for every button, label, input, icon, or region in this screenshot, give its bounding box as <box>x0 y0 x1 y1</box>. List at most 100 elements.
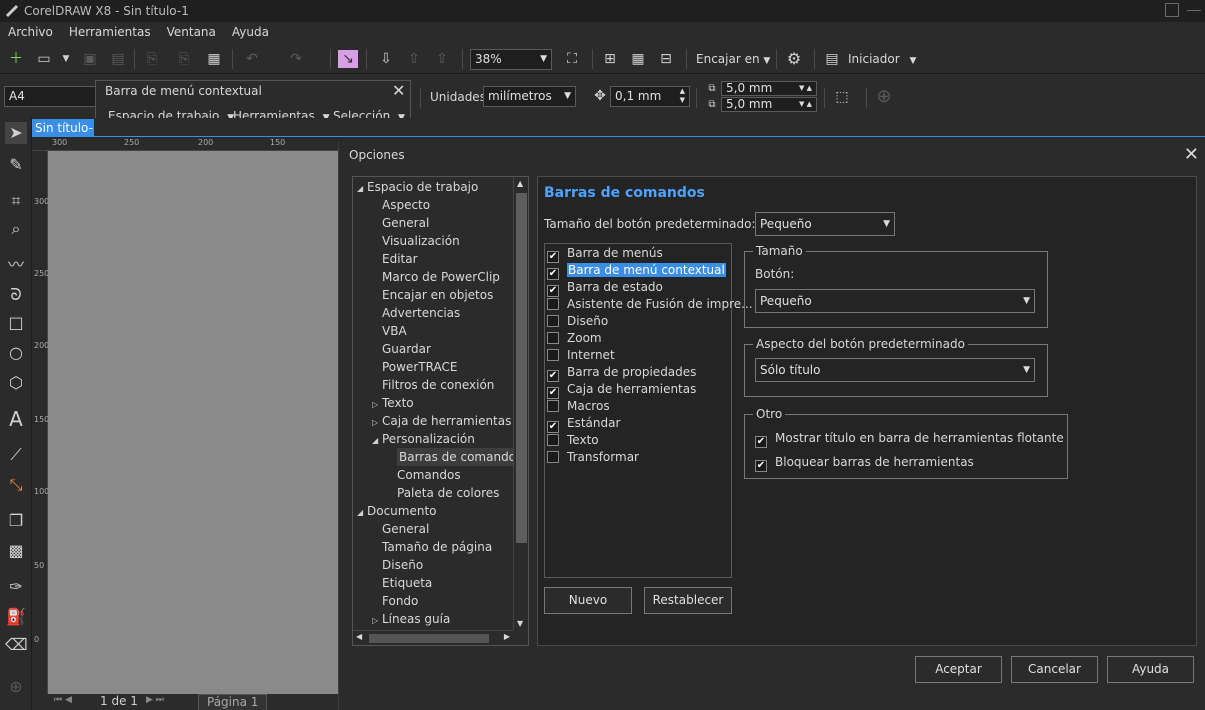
launcher-menu[interactable]: Iniciador ▼ <box>848 51 916 69</box>
minimize-icon[interactable] <box>1187 10 1201 11</box>
tree-item[interactable]: Visualización <box>382 232 460 250</box>
tree-item[interactable]: Aspecto <box>382 196 430 214</box>
cancel-button[interactable]: Cancelar <box>1011 656 1098 683</box>
collapsed-triangle-icon[interactable]: ▷ <box>372 612 382 630</box>
commandbar-item[interactable]: Internet <box>547 347 615 364</box>
checkbox-icon[interactable] <box>547 332 559 344</box>
ellipse-tool-icon[interactable]: ○ <box>5 342 27 364</box>
commandbar-item[interactable]: Texto <box>547 432 599 449</box>
shape-tool-icon[interactable]: ✎ <box>5 154 27 176</box>
paste-icon[interactable]: ▦ <box>204 50 224 68</box>
zoom-level-select[interactable]: 38% ▼ <box>470 49 552 70</box>
first-page-icon[interactable]: ⏮ ◀ <box>54 695 72 705</box>
tree-item[interactable]: Marco de PowerClip <box>382 268 500 286</box>
import-icon[interactable]: ⇩ <box>376 50 396 68</box>
tree-item[interactable]: General <box>382 214 429 232</box>
commandbar-item[interactable]: Macros <box>547 398 610 415</box>
tree-item[interactable]: Advertencias <box>382 304 460 322</box>
checkbox-icon[interactable]: ✔ <box>755 460 767 472</box>
page-size-select[interactable]: A4 <box>4 86 96 107</box>
tree-item[interactable]: Guardar <box>382 340 431 358</box>
scroll-up-icon[interactable]: ▲ <box>517 179 523 188</box>
commandbar-item[interactable]: Zoom <box>547 330 602 347</box>
eyedropper-tool-icon[interactable]: ✑ <box>5 576 27 598</box>
guidelines-icon[interactable]: ⊟ <box>656 50 676 68</box>
checkbox-icon[interactable] <box>547 298 559 310</box>
tree-item[interactable]: ▷ Líneas guía <box>372 610 450 628</box>
expanded-triangle-icon[interactable]: ◢ <box>357 180 367 198</box>
units-select[interactable]: milímetros ▼ <box>483 86 576 107</box>
open-dropdown-icon[interactable]: ▼ <box>56 50 76 68</box>
nudge-distance-field[interactable]: 0,1 mm ▲ ▼ <box>610 86 690 107</box>
tree-item[interactable]: PowerTRACE <box>382 358 457 376</box>
commandbar-item[interactable]: ✔ Estándar <box>547 415 620 433</box>
artistic-media-icon[interactable]: ᘐ <box>5 284 27 306</box>
tree-item[interactable]: General <box>382 520 429 538</box>
commandbar-item[interactable]: Asistente de Fusión de impre... <box>547 296 753 313</box>
duplicate-x-field[interactable]: 5,0 mm ▼ ▲ <box>721 81 817 96</box>
transparency-tool-icon[interactable]: ▩ <box>5 540 27 562</box>
checkbox-icon[interactable] <box>547 400 559 412</box>
commandbar-item[interactable]: ✔ Barra de menús <box>547 245 663 263</box>
tab-page-1[interactable]: Página 1 <box>198 694 268 710</box>
zoom-tool-icon[interactable]: ⌕ <box>5 218 27 240</box>
drawing-canvas[interactable] <box>48 151 344 695</box>
new-document-icon[interactable]: ＋ <box>6 50 26 68</box>
tree-item[interactable]: Diseño <box>382 556 423 574</box>
tree-hscrollbar[interactable]: ◀ ▶ <box>353 630 513 645</box>
scroll-left-icon[interactable]: ◀ <box>356 632 362 641</box>
scroll-thumb[interactable] <box>516 193 527 543</box>
options-gear-icon[interactable]: ⚙ <box>784 50 804 68</box>
appearance-select[interactable]: Sólo título ▼ <box>755 358 1035 382</box>
duplicate-y-field[interactable]: 5,0 mm ▼ ▲ <box>721 97 817 112</box>
new-button[interactable]: Nuevo <box>544 587 632 614</box>
commandbar-item[interactable]: ✔ Barra de estado <box>547 279 663 297</box>
search-content-icon[interactable]: ↘ <box>338 50 358 68</box>
open-folder-icon[interactable]: ▭ <box>34 50 54 68</box>
tree-item[interactable]: Etiqueta <box>382 574 432 592</box>
rectangle-tool-icon[interactable]: □ <box>5 312 27 334</box>
close-icon[interactable]: ✕ <box>392 81 405 100</box>
options-tree[interactable]: ◢ Espacio de trabajo Aspecto General Visuali… <box>352 176 529 646</box>
fill-tool-icon[interactable]: ⛽ <box>5 606 27 628</box>
crop-tool-icon[interactable]: ⌗ <box>5 190 27 212</box>
tree-item[interactable]: VBA <box>382 322 407 340</box>
commandbar-item[interactable]: ✔ Barra de propiedades <box>547 364 696 382</box>
tree-item[interactable]: ◢ Personalización <box>372 430 475 448</box>
menu-ventana[interactable]: Ventana <box>167 22 216 42</box>
expanded-triangle-icon[interactable]: ◢ <box>372 432 382 450</box>
close-icon[interactable]: ✕ <box>1184 144 1199 165</box>
checkbox-icon[interactable] <box>547 451 559 463</box>
scroll-down-icon[interactable]: ▼ <box>517 619 523 628</box>
checkbox-icon[interactable] <box>547 434 559 446</box>
rulers-icon[interactable]: ⊞ <box>600 50 620 68</box>
tree-item[interactable]: Tamaño de página <box>382 538 492 556</box>
ok-button[interactable]: Aceptar <box>915 656 1002 683</box>
tree-item[interactable]: Fondo <box>382 592 418 610</box>
tab-document[interactable]: Sin título-1 <box>32 119 94 153</box>
checkbox-icon[interactable]: ✔ <box>755 436 767 448</box>
full-screen-icon[interactable]: ⛶ <box>562 50 582 68</box>
tree-item[interactable]: Encajar en objetos <box>382 286 493 304</box>
dimension-tool-icon[interactable]: ⟋ <box>5 444 27 466</box>
polygon-tool-icon[interactable]: ⬡ <box>5 372 27 394</box>
grid-icon[interactable]: ▦ <box>628 50 648 68</box>
scroll-right-icon[interactable]: ▶ <box>504 632 510 641</box>
command-bars-list[interactable]: ✔ Barra de menús ✔ Barra de menú contextual… <box>544 243 753 578</box>
menu-archivo[interactable]: Archivo <box>8 22 53 42</box>
pick-tool-icon[interactable]: ➤ <box>5 122 27 144</box>
commandbar-item[interactable]: ✔ Barra de menú contextual <box>547 262 726 280</box>
hscroll-thumb[interactable] <box>369 634 489 643</box>
launcher-icon[interactable]: ▤ <box>822 50 842 68</box>
smart-fill-icon[interactable]: ⌫ <box>5 634 28 656</box>
tree-item[interactable]: Barras de comandos <box>397 448 525 466</box>
freehand-tool-icon[interactable]: 〰 <box>5 254 27 276</box>
checkbox-icon[interactable] <box>547 349 559 361</box>
checkbox-icon[interactable] <box>547 315 559 327</box>
tree-item[interactable]: Editar <box>382 250 418 268</box>
default-size-select[interactable]: Pequeño ▼ <box>755 212 895 236</box>
show-title-checkbox[interactable]: ✔ Mostrar título en barra de herramientas… <box>755 431 1064 448</box>
horizontal-ruler[interactable]: 300 250 200 150 <box>32 137 342 151</box>
tree-item[interactable]: Paleta de colores <box>397 484 499 502</box>
tree-item[interactable]: ▷ Caja de herramientas <box>372 412 511 430</box>
